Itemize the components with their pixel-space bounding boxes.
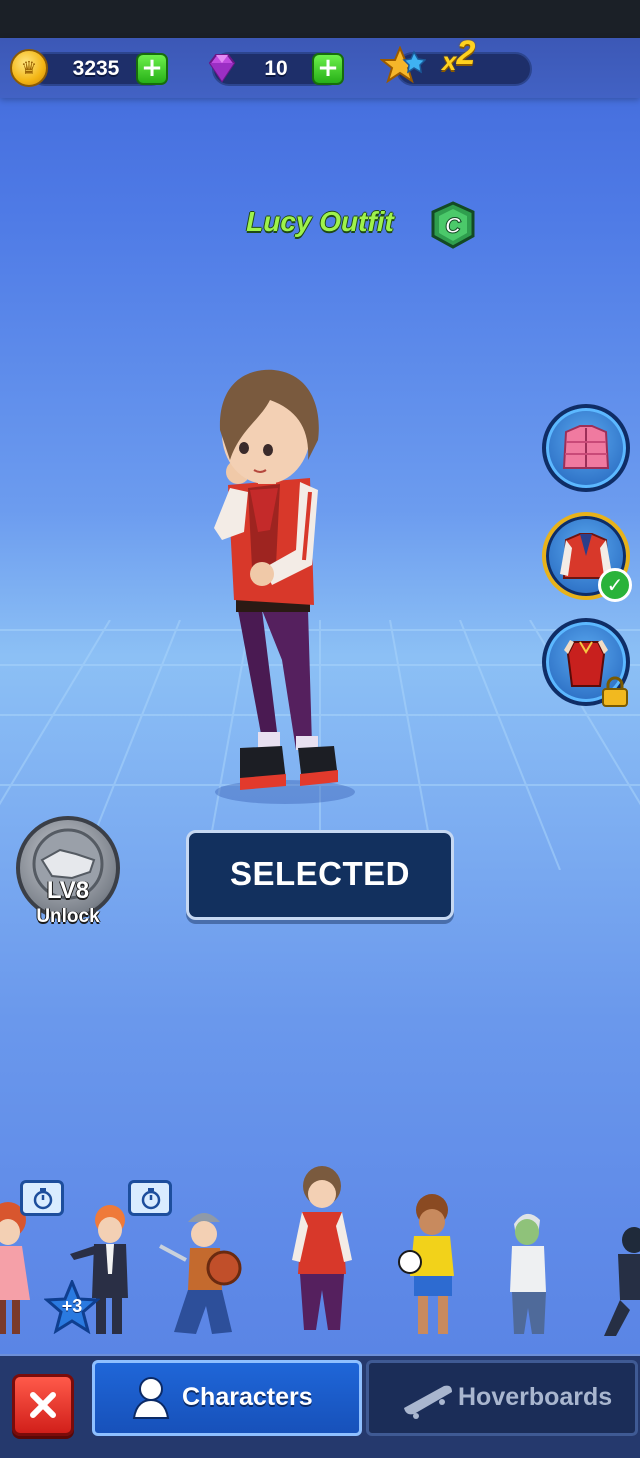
unlock-label: Unlock xyxy=(36,906,100,927)
tab-characters-label: Characters xyxy=(182,1383,313,1411)
gem-icon xyxy=(208,54,236,83)
level-unlock-badge xyxy=(16,816,120,920)
roster-character-red-dress-girl[interactable] xyxy=(0,1202,30,1334)
stopwatch-icon xyxy=(141,1188,161,1210)
timer-bubble-1 xyxy=(20,1180,64,1216)
unlock-level: LV8 xyxy=(46,877,90,904)
coins-value: 3235 xyxy=(72,57,120,80)
grade-badge: C xyxy=(431,201,475,249)
character-silhouette-icon xyxy=(132,1377,170,1419)
tab-hoverboards-label: Hoverboards xyxy=(458,1383,613,1411)
gems-value: 10 xyxy=(264,57,288,80)
selected-button-label: SELECTED xyxy=(229,855,411,892)
roster-character-lucy[interactable] xyxy=(292,1166,352,1330)
lock-icon xyxy=(602,676,628,707)
outfit-title: Lucy Outfit xyxy=(246,206,394,237)
score-multiplier: x2 xyxy=(442,34,475,84)
character-model-lucy xyxy=(214,369,355,804)
star-multiplier-icon xyxy=(380,46,426,84)
grade-letter: C xyxy=(445,213,462,238)
multiplier-value: 2 xyxy=(456,34,476,72)
roster-character-viking-boy[interactable] xyxy=(159,1213,242,1334)
roster-character-soccer-boy[interactable] xyxy=(398,1194,454,1334)
add-gems-button[interactable]: + xyxy=(312,53,344,85)
bonus-count: +3 xyxy=(61,1296,83,1316)
multiplier-prefix: x xyxy=(442,46,457,76)
close-icon xyxy=(30,1392,56,1418)
hoverboard-icon xyxy=(404,1385,452,1419)
close-button[interactable] xyxy=(12,1374,74,1436)
timer-bubble-2 xyxy=(128,1180,172,1216)
status-bar xyxy=(0,0,640,38)
plus-icon: + xyxy=(141,53,163,83)
pink-jacket-icon xyxy=(562,425,610,469)
coin-icon: ♛ xyxy=(10,49,48,87)
plus-icon: + xyxy=(317,53,339,83)
roster-character-ninja[interactable] xyxy=(604,1227,640,1336)
equipped-check-icon: ✓ xyxy=(598,568,632,602)
stopwatch-icon xyxy=(33,1188,53,1210)
add-coins-button[interactable]: + xyxy=(136,53,168,85)
roster-character-zombie[interactable] xyxy=(510,1213,546,1334)
outfit-option-pink-puffer[interactable] xyxy=(542,404,630,492)
